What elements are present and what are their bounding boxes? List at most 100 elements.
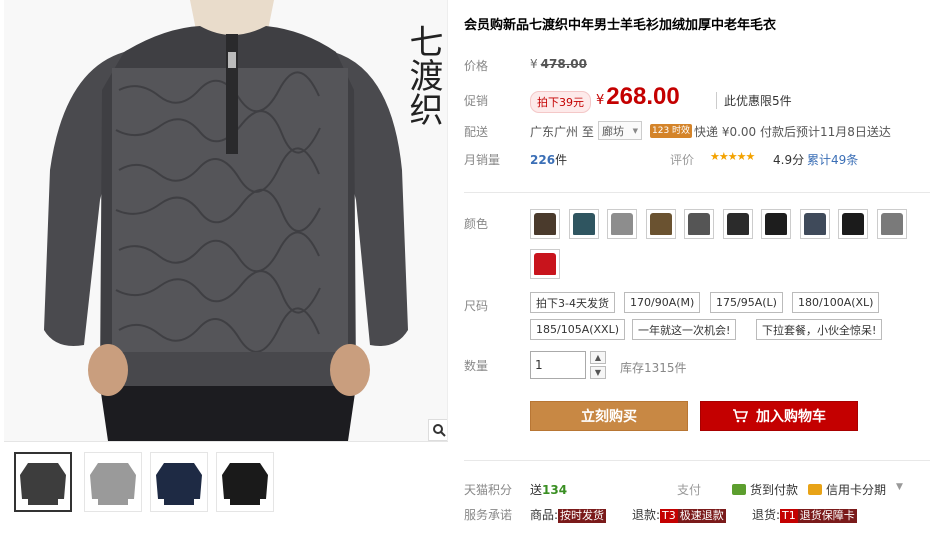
shipping-info: 快递 ¥0.00 付款后预计11月8日送达 <box>694 125 891 139</box>
rating-stars-icon: ★★★★★ <box>710 150 755 163</box>
color-swatch-8[interactable] <box>799 209 830 239</box>
color-swatch-9[interactable] <box>838 209 868 239</box>
thumbnail-1[interactable] <box>14 452 72 512</box>
sweater-color-icon <box>649 213 672 235</box>
cod-option[interactable]: 货到付款 <box>732 481 798 498</box>
size-option-2[interactable]: 170/90A(M) <box>624 292 701 313</box>
size-option-1[interactable]: 拍下3-4天发货 <box>530 292 615 313</box>
rating-label: 评价 <box>670 153 695 167</box>
color-swatch-3[interactable] <box>607 209 637 239</box>
buy-now-button[interactable]: 立刻购买 <box>530 401 688 431</box>
size-option-7[interactable]: 下拉套餐，小伙全惊呆! <box>756 319 883 340</box>
color-swatch-5[interactable] <box>684 209 714 239</box>
credit-card-icon <box>808 484 822 495</box>
review-count-link[interactable]: 累计49条 <box>807 151 858 168</box>
points-number: 134 <box>542 483 568 497</box>
color-swatch-11[interactable] <box>530 249 560 279</box>
chevron-up-icon: ▲ <box>594 353 602 362</box>
color-swatch-10[interactable] <box>876 209 907 239</box>
quantity-increase-button[interactable]: ▲ <box>590 351 606 364</box>
add-to-cart-button[interactable]: 加入购物车 <box>700 401 858 431</box>
sweater-color-icon <box>803 213 826 235</box>
magnifier-icon <box>433 424 446 437</box>
brand-watermark: 七渡织 <box>403 24 443 126</box>
promo-badge: 拍下39元 <box>530 91 591 113</box>
promo-price-value: 268.00 <box>606 83 680 110</box>
sweater-thumb-icon <box>90 463 136 505</box>
service-tag[interactable]: 退货保障卡 <box>797 509 857 523</box>
sweater-color-icon <box>572 213 595 235</box>
size-option-3[interactable]: 175/95A(L) <box>710 292 783 313</box>
thumbnail-3[interactable] <box>150 452 208 512</box>
installment-option[interactable]: 信用卡分期 <box>808 481 886 498</box>
size-option-5[interactable]: 185/105A(XXL) <box>530 319 626 340</box>
sweater-thumb-icon <box>222 463 268 505</box>
cart-icon <box>732 409 748 423</box>
sweater-thumb-icon <box>20 463 66 505</box>
thumbnail-4[interactable] <box>216 452 274 512</box>
thumbnail-strip <box>4 441 448 535</box>
main-product-image[interactable]: 七渡织 <box>4 0 448 441</box>
service-item-refund: 退款: T3 极速退款 <box>632 506 726 523</box>
original-price-value: 478.00 <box>540 57 587 71</box>
cash-icon <box>732 484 746 495</box>
points-value: 送134 <box>530 481 567 498</box>
thumbnail-2[interactable] <box>84 452 142 512</box>
service-tag[interactable]: 极速退款 <box>677 509 726 523</box>
color-swatch-2[interactable] <box>568 209 599 239</box>
quantity-label: 数量 <box>464 359 489 373</box>
zoom-button[interactable] <box>428 419 447 441</box>
service-prefix: 退货: <box>752 508 781 522</box>
size-label: 尺码 <box>464 299 489 313</box>
installment-label: 信用卡分期 <box>826 483 887 497</box>
payment-label: 支付 <box>677 483 702 497</box>
product-title: 会员购新品七渡织中年男士羊毛衫加绒加厚中老年毛衣 <box>464 17 777 32</box>
cod-label: 货到付款 <box>750 483 799 497</box>
sweater-photo <box>4 0 447 441</box>
service-prefix: 商品: <box>530 508 559 522</box>
chevron-down-icon[interactable]: ▼ <box>896 482 903 492</box>
points-label: 天猫积分 <box>464 483 513 497</box>
ship-from: 广东广州 至 <box>530 125 594 139</box>
destination-select[interactable]: 廊坊 ▼ <box>598 121 642 140</box>
shipping-label: 配送 <box>464 125 489 139</box>
divider <box>464 192 930 193</box>
monthly-sales-unit: 件 <box>555 153 568 167</box>
color-swatch-7[interactable] <box>761 209 791 239</box>
monthly-sales: 226件 <box>530 151 567 168</box>
sweater-thumb-icon <box>156 463 202 505</box>
currency-symbol: ¥ <box>530 57 538 71</box>
quantity-decrease-button[interactable]: ▼ <box>590 366 606 379</box>
add-to-cart-label: 加入购物车 <box>756 409 826 425</box>
delivery-time-badge: 123 时效 <box>650 124 693 138</box>
color-swatch-6[interactable] <box>722 209 753 239</box>
stock-count: 库存1315件 <box>620 361 687 375</box>
promo-currency: ¥ <box>596 93 605 108</box>
service-code-badge: T1 <box>780 509 798 523</box>
destination-value: 廊坊 <box>602 124 624 138</box>
promo-limit: 此优惠限5件 <box>716 92 792 109</box>
monthly-sales-value: 226 <box>530 153 556 167</box>
color-swatch-4[interactable] <box>645 209 676 239</box>
sweater-color-icon <box>842 213 864 235</box>
rating-score: 4.9分 <box>773 153 805 167</box>
sweater-color-icon <box>688 213 710 235</box>
price-label: 价格 <box>464 59 489 73</box>
size-option-6[interactable]: 一年就这一次机会! <box>632 319 737 340</box>
color-swatch-1[interactable] <box>530 209 560 239</box>
service-item-return: 退货: T1 退货保障卡 <box>752 506 857 523</box>
points-prefix: 送 <box>530 483 543 497</box>
product-info-panel: 会员购新品七渡织中年男士羊毛衫加绒加厚中老年毛衣 价格 ¥478.00 促销 拍… <box>464 0 930 535</box>
sales-label: 月销量 <box>464 153 501 167</box>
sweater-color-icon <box>534 253 556 275</box>
sweater-color-icon <box>611 213 633 235</box>
service-prefix: 退款: <box>632 508 661 522</box>
service-label: 服务承诺 <box>464 508 513 522</box>
service-code-badge: T3 <box>660 509 678 523</box>
quantity-input[interactable] <box>530 351 586 379</box>
promo-price: ¥268.00 <box>596 83 680 111</box>
sweater-color-icon <box>726 213 749 235</box>
sweater-color-icon <box>765 213 787 235</box>
size-option-4[interactable]: 180/100A(XL) <box>792 292 880 313</box>
service-tag[interactable]: 按时发货 <box>558 509 607 523</box>
